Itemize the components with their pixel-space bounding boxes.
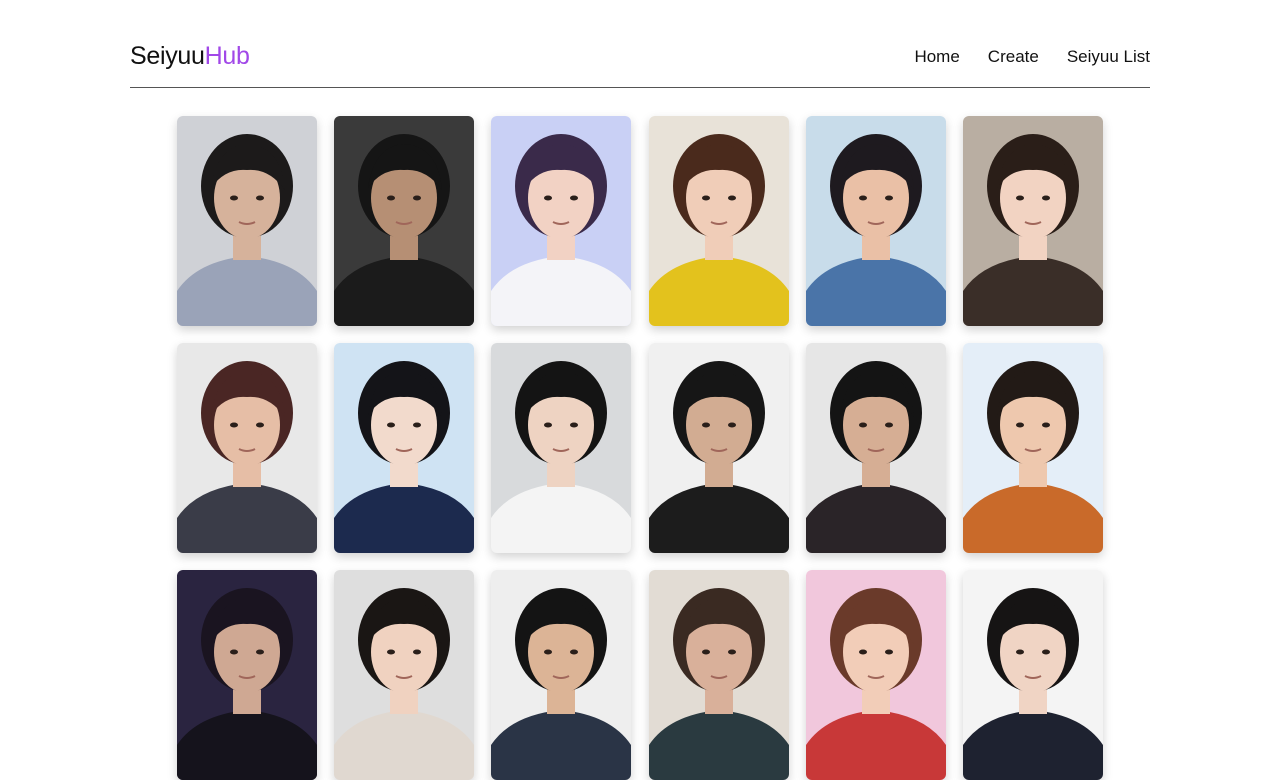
seiyuu-portrait-image	[962, 343, 1103, 553]
seiyuu-card[interactable]	[805, 343, 946, 553]
seiyuu-portrait-image	[177, 570, 317, 780]
seiyuu-card[interactable]	[177, 116, 317, 326]
seiyuu-card[interactable]	[648, 116, 789, 326]
seiyuu-card[interactable]	[648, 570, 789, 780]
seiyuu-portrait-image	[491, 570, 632, 780]
nav-seiyuu-list-link[interactable]: Seiyuu List	[1067, 47, 1150, 67]
seiyuu-card[interactable]	[491, 116, 632, 326]
seiyuu-card[interactable]	[491, 570, 632, 780]
seiyuu-card[interactable]	[648, 343, 789, 553]
seiyuu-card[interactable]	[805, 116, 946, 326]
seiyuu-portrait-image	[648, 343, 789, 553]
nav-create-link[interactable]: Create	[988, 47, 1039, 67]
seiyuu-portrait-image	[805, 570, 946, 780]
seiyuu-card[interactable]	[962, 570, 1103, 780]
seiyuu-card[interactable]	[334, 343, 475, 553]
seiyuu-portrait-image	[491, 116, 632, 326]
seiyuu-card[interactable]	[962, 343, 1103, 553]
seiyuu-portrait-image	[648, 570, 789, 780]
seiyuu-card[interactable]	[334, 570, 475, 780]
logo-main-text: Seiyuu	[130, 42, 205, 70]
seiyuu-portrait-image	[805, 116, 946, 326]
seiyuu-portrait-image	[962, 570, 1103, 780]
seiyuu-portrait-image	[962, 116, 1103, 326]
logo-accent-text: Hub	[204, 42, 250, 70]
site-logo[interactable]: SeiyuuHub	[130, 42, 250, 71]
seiyuu-card[interactable]	[177, 570, 317, 780]
seiyuu-portrait-image	[177, 116, 317, 326]
seiyuu-portrait-image	[334, 570, 475, 780]
nav-home-link[interactable]: Home	[914, 47, 959, 67]
seiyuu-card[interactable]	[177, 343, 317, 553]
site-header: SeiyuuHub Home Create Seiyuu List	[130, 36, 1150, 88]
seiyuu-portrait-image	[648, 116, 789, 326]
seiyuu-portrait-image	[491, 343, 632, 553]
main-nav: Home Create Seiyuu List	[914, 47, 1150, 67]
seiyuu-portrait-image	[334, 343, 475, 553]
seiyuu-portrait-image	[334, 116, 475, 326]
seiyuu-portrait-image	[805, 343, 946, 553]
seiyuu-grid	[177, 116, 1103, 780]
seiyuu-card[interactable]	[491, 343, 632, 553]
seiyuu-card[interactable]	[334, 116, 475, 326]
seiyuu-portrait-image	[177, 343, 317, 553]
seiyuu-card[interactable]	[962, 116, 1103, 326]
seiyuu-card[interactable]	[805, 570, 946, 780]
